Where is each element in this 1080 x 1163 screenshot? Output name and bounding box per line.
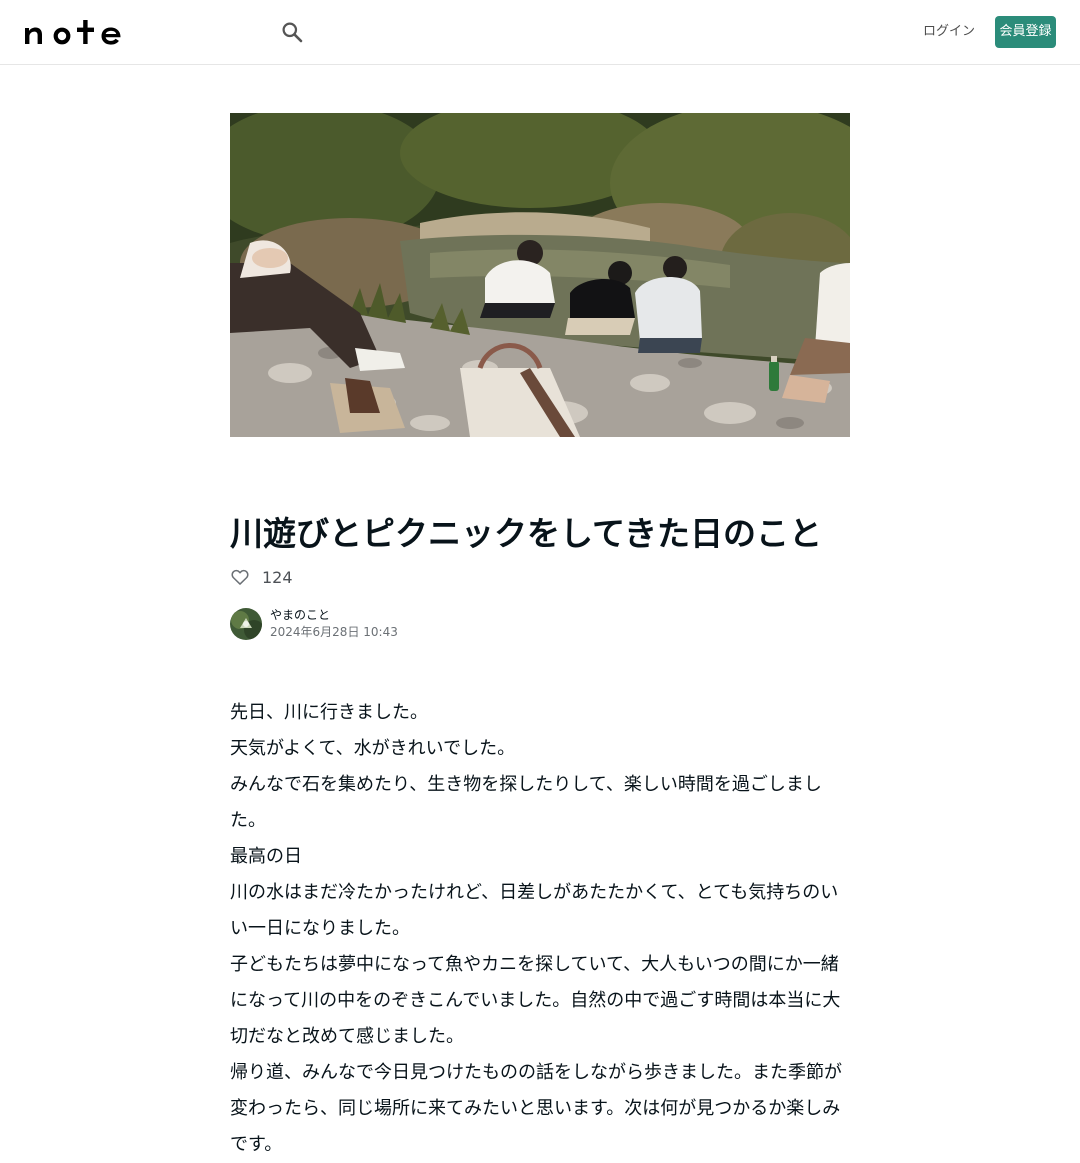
author-name[interactable]: やまのこと [270, 607, 398, 623]
body-paragraph: 先日、川に行きました。 [230, 702, 428, 723]
author-info: やまのこと 2024年6月28日 10:43 [230, 607, 398, 641]
note-logo[interactable] [24, 19, 124, 45]
body-paragraph: 天気がよくて、水がきれいでした。 [230, 738, 516, 759]
like-section: 124 [230, 566, 293, 588]
search-icon[interactable] [280, 20, 304, 44]
post-date: 2024年6月28日 10:43 [270, 625, 398, 639]
login-link[interactable]: ログイン [920, 22, 978, 42]
like-count: 124 [262, 567, 293, 587]
article-title: 川遊びとピクニックをしてきた日のこと [230, 514, 823, 553]
heart-icon[interactable] [230, 567, 250, 587]
body-paragraph: みんなで石を集めたり、生き物を探したりして、楽しい時間を過ごしました。 [230, 774, 822, 831]
article-body: 先日、川に行きました。 天気がよくて、水がきれいでした。 みんなで石を集めたり、… [230, 695, 850, 1163]
site-header: ログイン 会員登録 [0, 0, 1080, 65]
body-paragraph: 最高の日 [230, 846, 302, 867]
avatar[interactable] [230, 608, 262, 640]
signup-button[interactable]: 会員登録 [995, 16, 1056, 48]
body-paragraph: 子どもたちは夢中になって魚やカニを探していて、大人もいつの間にか一緒になって川の… [230, 954, 841, 1047]
body-paragraph: 川の水はまだ冷たかったけれど、日差しがあたたかくて、とても気持ちのいい一日になり… [230, 882, 839, 939]
body-paragraph: 帰り道、みんなで今日見つけたものの話をしながら歩きました。また季節が変わったら、… [230, 1062, 842, 1155]
hero-image [230, 113, 850, 437]
